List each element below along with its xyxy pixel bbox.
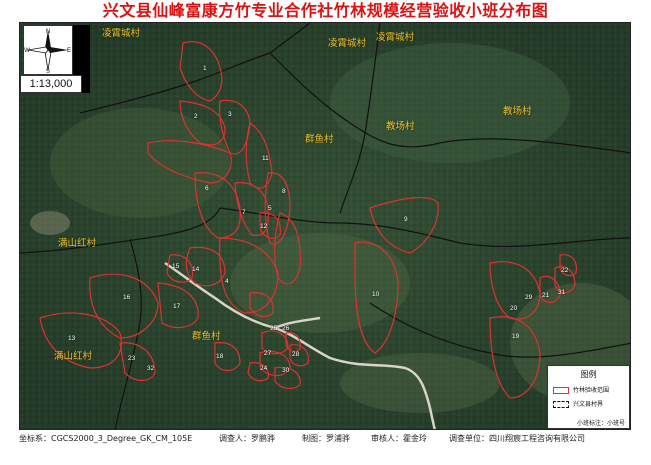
- footer-org: 调查单位：四川翔宸工程咨询有限公司: [449, 434, 585, 443]
- plot-label: 13: [68, 335, 76, 342]
- compass-w: W: [24, 48, 30, 54]
- plot-label: 17: [173, 303, 181, 310]
- plot-label: 18: [216, 353, 224, 360]
- north-arrow-compass: N S W E: [23, 25, 73, 75]
- plot-label: 28: [292, 351, 300, 358]
- compass-e: E: [67, 48, 71, 54]
- plot-label: 26: [282, 325, 290, 332]
- plot-label: 27: [264, 350, 272, 357]
- village-label: 满山红村: [54, 351, 93, 362]
- footer-coord: 坐标系：CGCS2000_3_Degree_GK_CM_105E: [19, 434, 193, 443]
- village-label: 凌霄城村: [328, 38, 367, 49]
- footer-reviewer: 审核人：霍金玲: [371, 434, 427, 443]
- village-label: 群鱼村: [192, 331, 221, 342]
- plot-label: 6: [205, 185, 209, 192]
- village-label: 凌霄城村: [376, 32, 415, 43]
- plot-label: 30: [282, 367, 290, 374]
- plot-label: 8: [282, 188, 286, 195]
- village-label: 教场村: [386, 121, 415, 132]
- plot-label: 32: [147, 365, 155, 372]
- plot-label: 29: [525, 294, 533, 301]
- plot-label: 3: [228, 111, 232, 118]
- plot-label: 24: [260, 365, 268, 372]
- plot-label: 9: [404, 216, 408, 223]
- plot-label: 31: [558, 289, 566, 296]
- compass-s: S: [46, 69, 50, 74]
- plot-label: 10: [372, 291, 380, 298]
- village-label: 凌霄城村: [102, 28, 141, 39]
- satellite-imagery: [20, 23, 630, 429]
- plot-label: 1: [203, 65, 207, 72]
- scale-label: 1:13,000: [20, 75, 82, 93]
- plot-label: 22: [561, 267, 569, 274]
- map-area: N S W E 1:13,000 凌霄城村 凌霄城村 凌霄城村 群鱼村 教场村 …: [19, 22, 631, 430]
- plot-label: 11: [262, 155, 269, 162]
- compass-rose-icon: N S W E: [24, 29, 71, 74]
- village-label: 群鱼村: [305, 134, 334, 145]
- map-title: 兴文县仙峰富康方竹专业合作社竹林规模经营验收小班分布图: [102, 1, 549, 20]
- footer-surveyor: 调查人：罗鹏骅: [219, 434, 275, 443]
- footer-drafter: 制图：罗浦骅: [302, 434, 350, 443]
- legend-item-label: 竹林验收范围: [573, 387, 610, 394]
- legend: 图例 竹林验收范围 兴文县村界 小班标注：小班号: [547, 365, 630, 429]
- plot-boundary-swatch-icon: [553, 387, 569, 394]
- plot-label: 19: [512, 333, 520, 340]
- plot-label: 14: [192, 266, 200, 273]
- village-label: 满山红村: [58, 238, 97, 249]
- plot-label: 23: [128, 355, 136, 362]
- compass-n: N: [46, 29, 50, 35]
- legend-item-label: 兴文县村界: [573, 401, 604, 408]
- plot-label: 20: [510, 305, 518, 312]
- plot-label: 15: [172, 263, 180, 270]
- plot-label: 4: [225, 278, 229, 285]
- plot-label: 7: [242, 209, 246, 216]
- legend-note: 小班标注：小班号: [576, 420, 625, 427]
- plot-label: 25: [270, 325, 278, 332]
- map-footer: 坐标系：CGCS2000_3_Degree_GK_CM_105E 调查人：罗鹏骅…: [19, 431, 631, 445]
- plot-label: 16: [123, 294, 131, 301]
- village-boundary-swatch-icon: [553, 401, 569, 408]
- legend-title: 图例: [580, 370, 597, 379]
- plot-label: 12: [260, 223, 268, 230]
- village-label: 教场村: [503, 106, 532, 117]
- plot-label: 5: [268, 205, 272, 212]
- map-figure: 兴文县仙峰富康方竹专业合作社竹林规模经营验收小班分布图 N S W E 1:13…: [0, 0, 651, 465]
- plot-label: 21: [542, 292, 550, 299]
- plot-label: 2: [194, 113, 198, 120]
